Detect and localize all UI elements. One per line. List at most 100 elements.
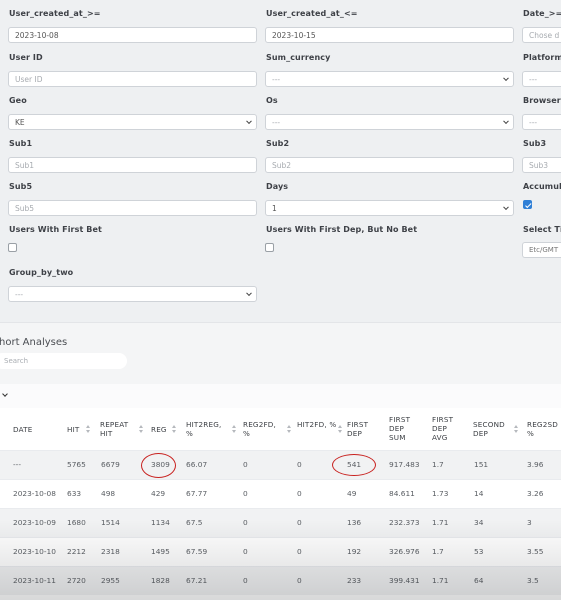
sort-icon[interactable] — [287, 425, 291, 434]
cell-reg: 1134 — [151, 518, 170, 527]
sum-currency-value: --- — [272, 74, 281, 84]
cell-hit: 1680 — [67, 518, 86, 527]
col-header-reg[interactable]: REG — [151, 425, 167, 434]
cell-reg: 429 — [151, 489, 166, 498]
col-header-first-dep[interactable]: FIRST DEP — [347, 420, 377, 438]
sort-icon[interactable] — [232, 425, 236, 434]
user-id-label: User ID — [9, 53, 43, 62]
cell-second-dep: 34 — [474, 518, 484, 527]
cell-hit: 5765 — [67, 460, 86, 469]
os-label: Os — [266, 96, 278, 105]
sort-icon[interactable] — [338, 425, 342, 434]
cell-reg2sd: 3.5 — [527, 576, 539, 585]
table-header: DATE HIT REPEAT HIT REG HIT2REG, % REG2F… — [0, 408, 561, 450]
user-created-from-value: 2023-10-08 — [15, 30, 59, 40]
col-header-first-dep-sum[interactable]: FIRST DEP SUM — [389, 415, 419, 442]
cell-first-dep-avg: 1.7 — [432, 460, 444, 469]
cell-date: 2023-10-09 — [13, 518, 56, 527]
cell-repeat-hit: 2955 — [101, 576, 120, 585]
sort-icon[interactable] — [172, 425, 176, 434]
cell-reg2sd: 3.55 — [527, 547, 544, 556]
highlight-circle-first-dep — [332, 454, 376, 476]
cell-first-dep-sum: 84.611 — [389, 489, 415, 498]
timezone-select[interactable]: Etc/GMT — [522, 242, 561, 258]
sum-currency-select[interactable]: --- — [265, 71, 514, 87]
cell-first-dep-avg: 1.73 — [432, 489, 449, 498]
date-from-input[interactable]: Chose d — [522, 27, 561, 43]
group-by-two-select[interactable]: --- — [8, 286, 257, 302]
sort-icon[interactable] — [139, 425, 143, 434]
user-created-from-input[interactable]: 2023-10-08 — [8, 27, 257, 43]
cell-reg2sd: 3.26 — [527, 489, 544, 498]
sub1-label: Sub1 — [9, 139, 33, 148]
user-id-input[interactable]: User ID — [8, 71, 257, 87]
chevron-down-icon — [246, 290, 252, 297]
user-created-to-label: User_created_at_<= — [266, 9, 358, 18]
accumulate-checkbox[interactable] — [523, 200, 532, 209]
cell-first-dep-sum: 232.373 — [389, 518, 420, 527]
col-header-reg2sd[interactable]: REG2SD % — [527, 420, 561, 438]
sub5-input[interactable]: Sub5 — [8, 200, 257, 216]
geo-select[interactable]: KE — [8, 114, 257, 130]
cell-hit2reg: 67.21 — [186, 576, 208, 585]
cell-hit2fd: 0 — [297, 518, 302, 527]
cell-reg2fd: 0 — [243, 576, 248, 585]
cell-hit2fd: 0 — [297, 460, 302, 469]
chevron-down-icon — [503, 75, 509, 82]
col-header-hit2reg[interactable]: HIT2REG, % — [186, 420, 228, 438]
geo-value: KE — [15, 117, 25, 127]
days-select[interactable]: 1 — [265, 200, 514, 216]
chevron-down-icon[interactable] — [2, 391, 8, 397]
accumulate-label: Accumula — [523, 182, 561, 191]
user-created-from-label: User_created_at_>= — [9, 9, 101, 18]
col-header-repeat-hit[interactable]: REPEAT HIT — [100, 420, 136, 438]
cell-date: 2023-10-11 — [13, 576, 56, 585]
cell-repeat-hit: 6679 — [101, 460, 120, 469]
search-placeholder: Search — [4, 357, 29, 365]
cell-second-dep: 151 — [474, 460, 489, 469]
cell-date: 2023-10-10 — [13, 547, 56, 556]
sub5-label: Sub5 — [9, 182, 33, 191]
days-value: 1 — [272, 203, 277, 213]
cell-repeat-hit: 2318 — [101, 547, 120, 556]
os-select[interactable]: --- — [265, 114, 514, 130]
sub1-placeholder: Sub1 — [15, 160, 35, 170]
sub2-input[interactable]: Sub2 — [265, 157, 514, 173]
platform-select[interactable]: --- — [522, 71, 561, 87]
timezone-value: Etc/GMT — [529, 246, 559, 254]
col-header-reg2fd[interactable]: REG2FD, % — [243, 420, 285, 438]
sort-icon[interactable] — [86, 425, 90, 434]
sub1-input[interactable]: Sub1 — [8, 157, 257, 173]
data-table: DATE HIT REPEAT HIT REG HIT2REG, % REG2F… — [0, 408, 561, 600]
cell-first-dep-avg: 1.7 — [432, 547, 444, 556]
users-first-dep-no-bet-checkbox[interactable] — [265, 243, 274, 252]
user-created-to-value: 2023-10-15 — [272, 30, 316, 40]
cell-first-dep-sum: 399.431 — [389, 576, 420, 585]
col-header-second-dep[interactable]: SECOND DEP — [473, 420, 511, 438]
group-by-two-label: Group_by_two — [9, 268, 74, 277]
col-header-date[interactable]: DATE — [13, 425, 33, 434]
table-row: 2023-10-08 633 498 429 67.77 0 0 49 84.6… — [0, 479, 561, 508]
users-first-bet-checkbox[interactable] — [8, 243, 17, 252]
sub3-input[interactable]: Sub3 — [522, 157, 561, 173]
sub3-placeholder: Sub3 — [529, 160, 549, 170]
sort-icon[interactable] — [514, 425, 518, 434]
search-input[interactable]: Search — [0, 353, 127, 369]
col-header-first-dep-avg[interactable]: FIRST DEP AVG — [432, 415, 458, 442]
user-created-to-input[interactable]: 2023-10-15 — [265, 27, 514, 43]
cell-first-dep: 136 — [347, 518, 362, 527]
cell-first-dep-avg: 1.71 — [432, 576, 449, 585]
cell-hit: 2212 — [67, 547, 86, 556]
table-row: 2023-10-11 2720 2955 1828 67.21 0 0 233 … — [0, 566, 561, 595]
chevron-down-icon — [503, 204, 509, 211]
col-header-hit[interactable]: HIT — [67, 425, 80, 434]
cell-hit2fd: 0 — [297, 576, 302, 585]
col-header-hit2fd[interactable]: HIT2FD, % — [297, 420, 337, 429]
sub3-label: Sub3 — [523, 139, 547, 148]
browser-label: Browser — [523, 96, 561, 105]
browser-select[interactable]: --- — [522, 114, 561, 130]
cell-hit2fd: 0 — [297, 547, 302, 556]
cell-repeat-hit: 498 — [101, 489, 116, 498]
cell-reg2fd: 0 — [243, 460, 248, 469]
timezone-label: Select Ti — [523, 225, 561, 234]
